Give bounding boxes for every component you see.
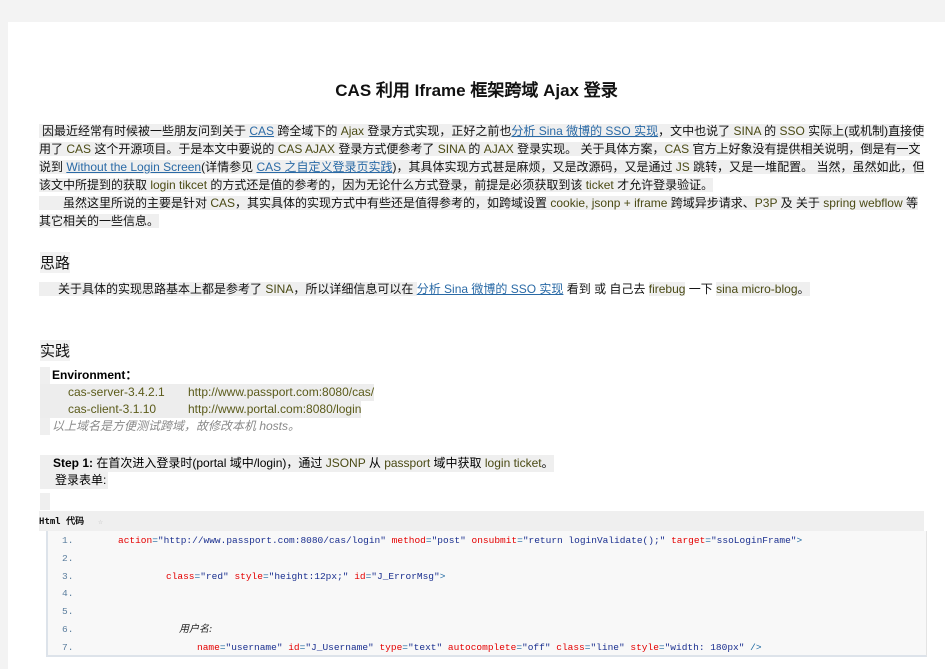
code-token: "http://www.passport.com:8080/cas/login"	[157, 535, 386, 546]
code-token: "username"	[225, 641, 283, 653]
login-form-label: 登录表单:	[40, 472, 109, 489]
code-token: />	[744, 641, 762, 653]
line-number: 4.	[62, 588, 74, 600]
section-heading-practice: 实践	[40, 340, 71, 361]
code-token: 用户名:	[179, 624, 213, 635]
code-line: 2.	[48, 550, 918, 567]
code-token: action	[118, 535, 153, 546]
step-label: Step 1:	[53, 456, 94, 470]
code-line: 1. action="http://www.passport.com:8080/c…	[48, 532, 918, 549]
code-token: "J_Username"	[305, 641, 374, 653]
code-language-label: Html 代码	[39, 517, 85, 527]
code-token: id	[288, 641, 300, 653]
article-title: CAS 利用 Iframe 框架跨域 Ajax 登录	[335, 81, 618, 100]
code-token: "ssoLoginFrame"	[710, 535, 797, 546]
code-line: 5.	[48, 603, 918, 620]
environment-block: Environment： cas-server-3.4.2.1 http://ww…	[40, 367, 375, 435]
step-block: Step 1: 在首次进入登录时(portal 域中/login)，通过 JSO…	[40, 455, 554, 510]
code-block-header: Html 代码 ☆	[39, 511, 924, 531]
line-number: 5.	[62, 606, 74, 618]
code-text: class="red" style="height:12px;" id="J_E…	[166, 568, 445, 585]
code-token: method	[391, 535, 426, 546]
code-token: name	[197, 641, 220, 653]
line-number: 7.	[62, 641, 74, 653]
code-token: target	[671, 535, 706, 546]
without-login-screen-link[interactable]: Without the Login Screen	[66, 160, 201, 174]
code-token: style	[234, 570, 263, 582]
line-number: 2.	[62, 552, 74, 564]
sina-sso-link[interactable]: 分析 Sina 微博的 SSO 实现	[511, 124, 658, 138]
code-line: 3. class="red" style="height:12px;" id="J…	[48, 568, 918, 585]
code-line: 7. name="username" id="J_Username" type="…	[48, 639, 918, 656]
code-token: >	[439, 570, 446, 582]
code-token: "J_ErrorMsg"	[371, 570, 440, 582]
code-token: "line"	[590, 641, 625, 653]
intro-paragraph: 因最近经常有时候被一些朋友问到关于 CAS 跨全域下的 Ajax 登录方式实现，…	[39, 124, 925, 228]
code-line: 6. 用户名:	[48, 621, 918, 638]
code-text: action="http://www.passport.com:8080/cas…	[118, 532, 802, 549]
line-number: 6.	[62, 624, 74, 635]
code-token: class	[556, 641, 585, 653]
document-page: CAS 利用 Iframe 框架跨域 Ajax 登录 因最近经常有时候被一些朋友…	[8, 22, 945, 669]
sina-sso-link-2[interactable]: 分析 Sina 微博的 SSO 实现	[417, 282, 564, 296]
line-number: 3.	[62, 570, 74, 582]
code-token: "width: 180px"	[664, 641, 745, 653]
code-token: "red"	[200, 570, 229, 582]
code-token: style	[630, 641, 659, 653]
code-token: >	[796, 535, 803, 546]
code-token: "post"	[431, 535, 466, 546]
code-token: "return loginValidate();"	[522, 535, 666, 546]
code-token: "height:12px;"	[268, 570, 349, 582]
code-token: id	[354, 570, 366, 582]
code-token: class	[166, 570, 195, 582]
code-token: autocomplete	[447, 641, 517, 653]
code-token: type	[379, 641, 403, 653]
code-token: "text"	[407, 641, 443, 653]
section-heading-approach: 思路	[40, 252, 71, 273]
hosts-note: 以上域名是方便测试跨域，故修改本机 hosts。	[52, 419, 301, 433]
code-block: 1. action="http://www.passport.com:8080/c…	[46, 531, 927, 657]
cas-link[interactable]: CAS	[249, 124, 274, 138]
approach-paragraph: 关于具体的实现思路基本上都是参考了 SINA，所以详细信息可以在 分析 Sina…	[39, 280, 929, 298]
code-text: name="username" id="J_Username" type="te…	[197, 639, 762, 656]
env-row-server: cas-server-3.4.2.1 http://www.passport.co…	[40, 384, 375, 401]
code-line: 4.	[48, 585, 918, 602]
env-row-client: cas-client-3.1.10 http://www.portal.com:8…	[40, 401, 374, 418]
cas-custom-login-link[interactable]: CAS 之自定义登录页实践	[256, 160, 392, 174]
code-token: onsubmit	[471, 535, 518, 546]
copy-icon[interactable]: ☆	[98, 517, 103, 526]
environment-label: Environment：	[52, 368, 138, 382]
line-number: 1.	[62, 535, 74, 546]
code-text: 用户名:	[179, 621, 212, 638]
code-token: "off"	[522, 641, 551, 653]
